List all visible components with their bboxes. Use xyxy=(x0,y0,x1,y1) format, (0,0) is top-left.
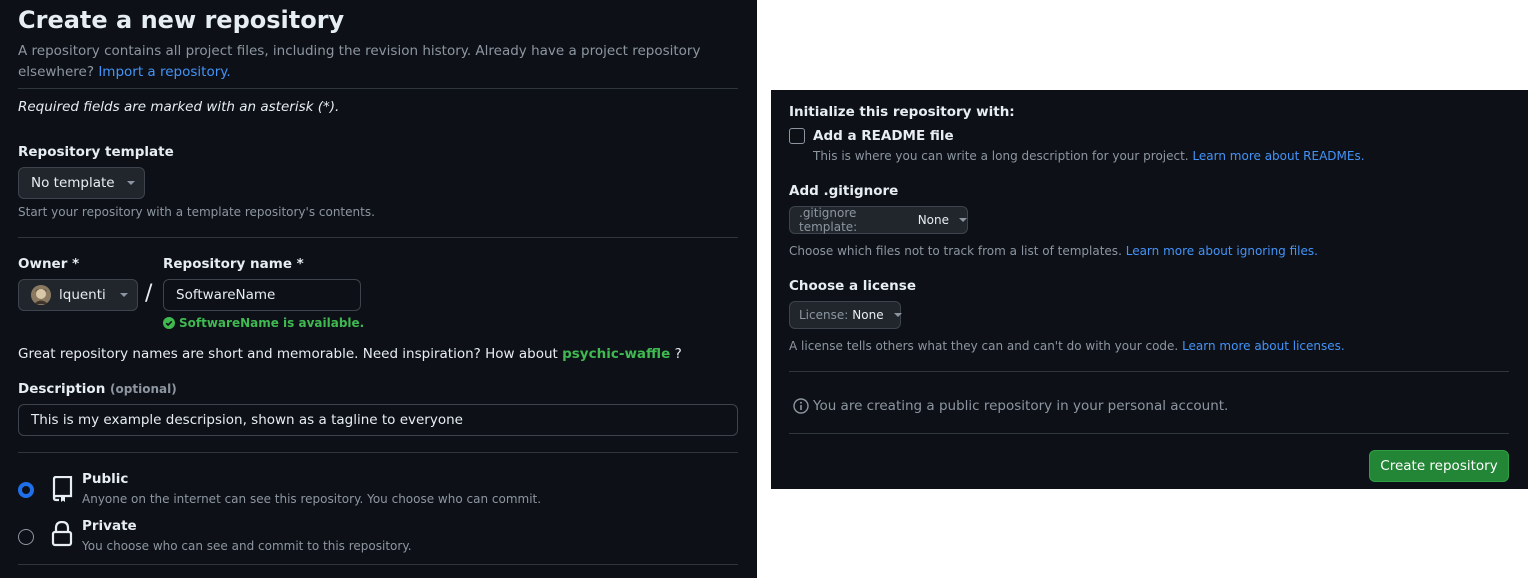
repo-icon xyxy=(52,476,73,502)
caret-down-icon xyxy=(893,313,902,317)
private-desc: You choose who can see and commit to thi… xyxy=(82,539,412,553)
template-dropdown[interactable]: No template xyxy=(18,167,145,199)
check-circle-icon xyxy=(163,317,175,329)
readme-checkbox[interactable] xyxy=(789,128,805,144)
gitignore-help: Choose which files not to track from a l… xyxy=(789,244,1318,258)
description-label: Description (optional) xyxy=(18,381,177,397)
divider xyxy=(789,433,1509,434)
repo-name-availability: SoftwareName is available. xyxy=(163,316,364,330)
divider xyxy=(18,452,738,453)
caret-down-icon xyxy=(119,293,128,297)
public-notice: You are creating a public repository in … xyxy=(793,398,1228,414)
owner-repo-separator: / xyxy=(145,281,153,306)
caret-down-icon xyxy=(126,181,135,185)
license-label: Choose a license xyxy=(789,278,916,294)
readme-desc: This is where you can write a long descr… xyxy=(813,149,1365,163)
page-intro: A repository contains all project files,… xyxy=(18,43,701,80)
divider xyxy=(18,237,738,238)
template-label: Repository template xyxy=(18,144,174,160)
repo-name-label: Repository name * xyxy=(163,256,304,272)
info-icon xyxy=(793,398,809,414)
owner-dropdown[interactable]: lquenti xyxy=(18,279,138,311)
public-desc: Anyone on the internet can see this repo… xyxy=(82,492,542,506)
lock-icon xyxy=(51,521,73,547)
readme-label[interactable]: Add a README file xyxy=(813,128,954,144)
suggested-name-link[interactable]: psychic-waffle xyxy=(562,346,670,362)
public-title: Public xyxy=(82,471,129,487)
license-dropdown[interactable]: License: None xyxy=(789,301,902,329)
owner-label: Owner * xyxy=(18,256,80,272)
init-heading: Initialize this repository with: xyxy=(789,104,1015,120)
create-repo-form-top: Create a new repository A repository con… xyxy=(0,4,757,578)
gitignore-dropdown[interactable]: .gitignore template: None xyxy=(789,206,968,234)
create-repo-form-bottom: Initialize this repository with: Add a R… xyxy=(771,90,1528,489)
gitignore-label: Add .gitignore xyxy=(789,183,899,199)
private-title: Private xyxy=(82,518,137,534)
gitignore-learn-more-link[interactable]: Learn more about ignoring files. xyxy=(1126,244,1318,258)
page-title: Create a new repository xyxy=(18,6,345,34)
divider xyxy=(18,88,738,89)
import-repository-link[interactable]: Import a repository. xyxy=(98,64,230,80)
readme-learn-more-link[interactable]: Learn more about READMEs. xyxy=(1192,149,1364,163)
license-help: A license tells others what they can and… xyxy=(789,339,1345,353)
private-radio[interactable] xyxy=(18,529,34,545)
description-input[interactable]: This is my example descripsion, shown as… xyxy=(18,404,738,436)
divider xyxy=(789,371,1509,372)
create-repository-button[interactable]: Create repository xyxy=(1369,450,1509,482)
public-radio[interactable] xyxy=(18,482,34,498)
license-learn-more-link[interactable]: Learn more about licenses. xyxy=(1182,339,1345,353)
name-suggestion: Great repository names are short and mem… xyxy=(18,346,682,362)
template-help: Start your repository with a template re… xyxy=(18,205,375,219)
avatar xyxy=(31,285,51,305)
caret-down-icon xyxy=(959,218,967,222)
repo-name-input[interactable]: SoftwareName xyxy=(163,279,361,311)
required-fields-note: Required fields are marked with an aster… xyxy=(18,99,340,115)
divider xyxy=(18,564,738,565)
